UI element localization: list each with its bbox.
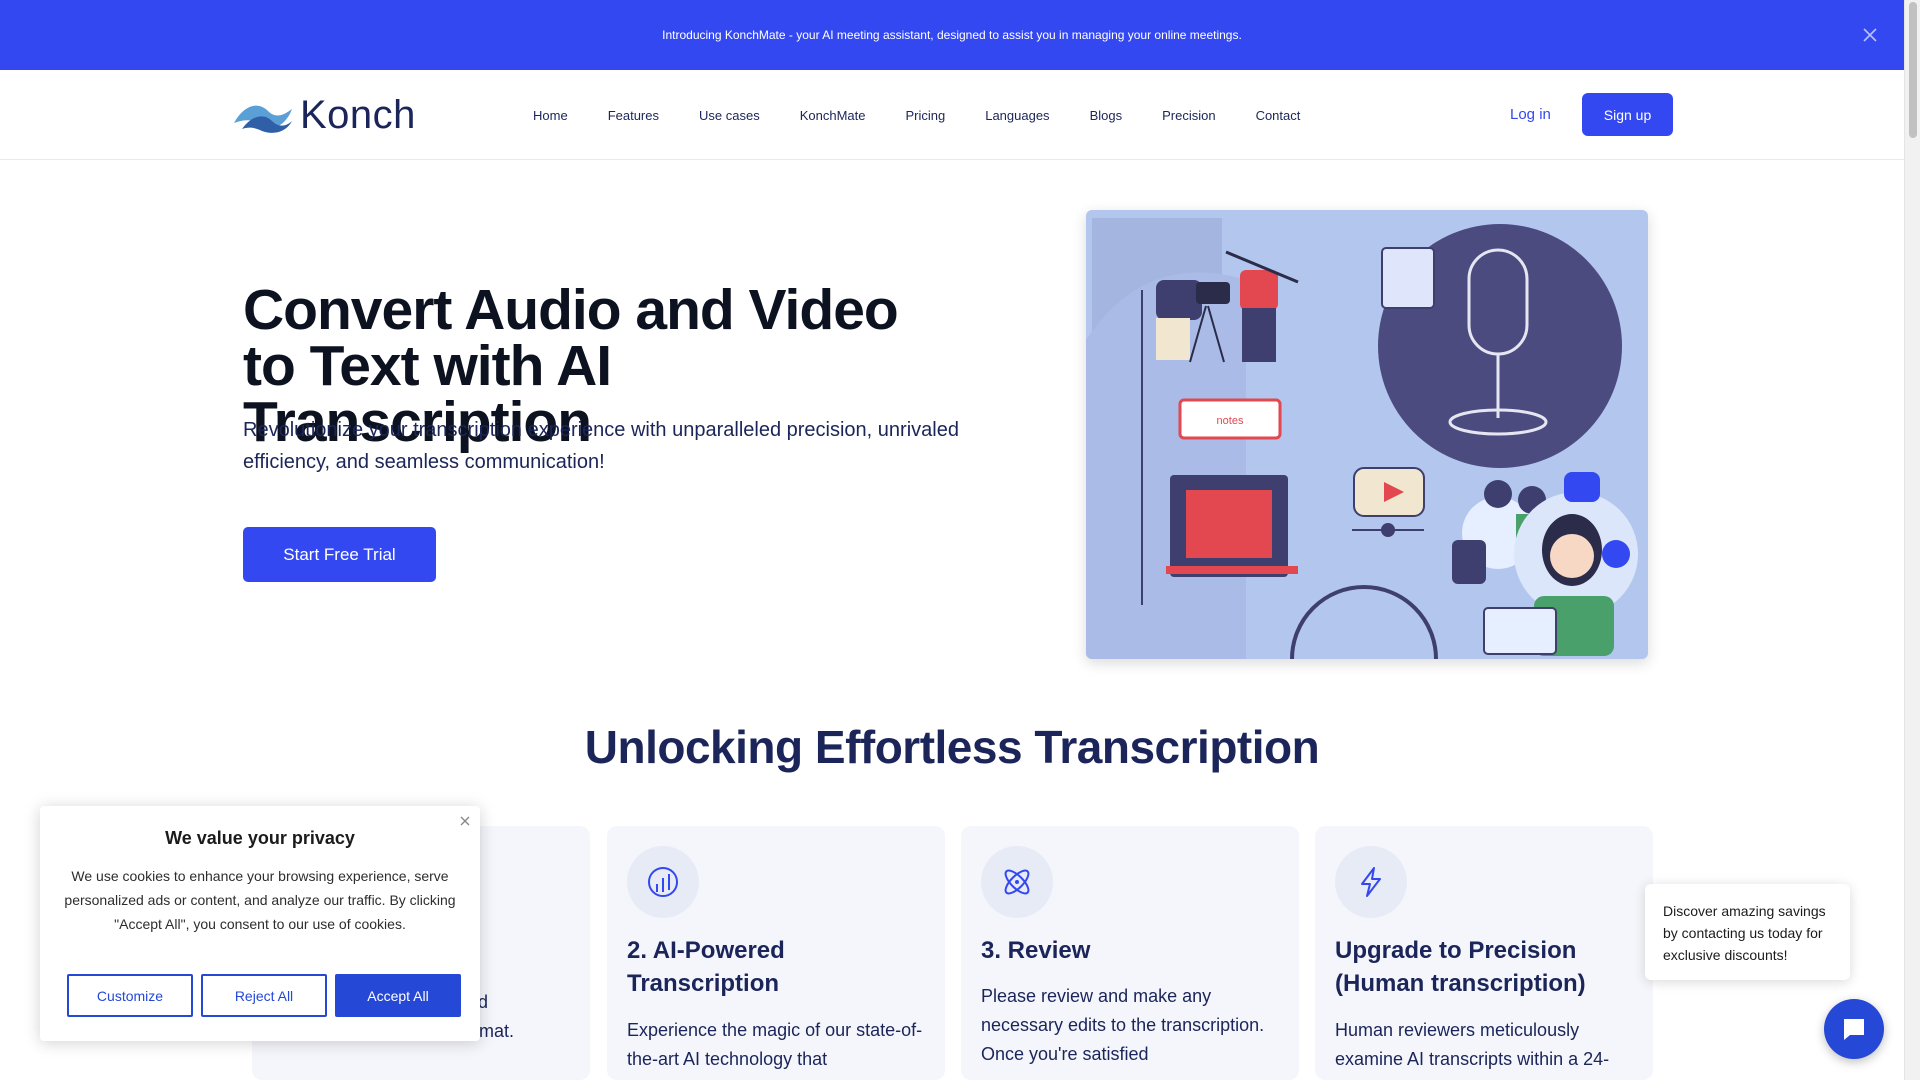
logo[interactable]: Konch bbox=[232, 92, 416, 138]
signup-button[interactable]: Sign up bbox=[1582, 93, 1673, 136]
nav-konchmate[interactable]: KonchMate bbox=[800, 108, 866, 123]
step-card-review: 3. Review Please review and make any nec… bbox=[961, 826, 1299, 1080]
start-free-trial-button[interactable]: Start Free Trial bbox=[243, 527, 436, 582]
section-title: Unlocking Effortless Transcription bbox=[584, 721, 1320, 773]
wave-logo-icon bbox=[234, 105, 292, 133]
reject-all-button[interactable]: Reject All bbox=[201, 974, 327, 1017]
atom-icon bbox=[981, 846, 1053, 918]
close-icon[interactable] bbox=[1860, 25, 1880, 45]
nav-precision[interactable]: Precision bbox=[1162, 108, 1215, 123]
cookie-text: We use cookies to enhance your browsing … bbox=[64, 868, 456, 932]
customize-button[interactable]: Customize bbox=[67, 974, 193, 1017]
lightning-icon bbox=[1335, 846, 1407, 918]
cookie-title: We value your privacy bbox=[165, 828, 355, 848]
login-link[interactable]: Log in bbox=[1510, 106, 1551, 123]
logo-text: Konch bbox=[300, 92, 416, 137]
promo-bubble: Discover amazing savings by contacting u… bbox=[1645, 884, 1850, 980]
chat-button[interactable] bbox=[1824, 999, 1884, 1059]
card-text: Human reviewers meticulously examine AI … bbox=[1335, 1020, 1610, 1069]
notes-sign-text: notes bbox=[1217, 415, 1244, 427]
site-header: Konch Home Features Use cases KonchMate … bbox=[0, 70, 1904, 160]
nav-home[interactable]: Home bbox=[533, 108, 568, 123]
scrollbar-thumb[interactable] bbox=[1909, 2, 1917, 138]
card-title: Upgrade to Precision (Human transcriptio… bbox=[1335, 937, 1586, 997]
step-card-precision: Upgrade to Precision (Human transcriptio… bbox=[1315, 826, 1653, 1080]
card-text: Experience the magic of our state-of-the… bbox=[627, 1020, 923, 1069]
card-text: Please review and make any necessary edi… bbox=[981, 986, 1265, 1064]
nav-blogs[interactable]: Blogs bbox=[1090, 108, 1123, 123]
nav-languages[interactable]: Languages bbox=[985, 108, 1049, 123]
chat-icon bbox=[1844, 1019, 1864, 1040]
nav-contact[interactable]: Contact bbox=[1256, 108, 1301, 123]
card-title: 2. AI-Powered Transcription bbox=[627, 937, 785, 997]
scrollbar[interactable] bbox=[1904, 0, 1920, 1080]
card-title: 3. Review bbox=[981, 937, 1091, 964]
nav-features[interactable]: Features bbox=[608, 108, 659, 123]
nav-use-cases[interactable]: Use cases bbox=[699, 108, 760, 123]
announcement-bar: Introducing KonchMate - your AI meeting … bbox=[0, 0, 1904, 70]
nav-pricing[interactable]: Pricing bbox=[905, 108, 945, 123]
chart-circle-icon bbox=[627, 846, 699, 918]
hero-illustration: notes bbox=[1086, 210, 1648, 659]
announcement-text: Introducing KonchMate - your AI meeting … bbox=[662, 28, 1242, 42]
cookie-consent-dialog: We value your privacy We use cookies to … bbox=[40, 806, 480, 1041]
main-nav: Home Features Use cases KonchMate Pricin… bbox=[533, 70, 1340, 160]
hero-subtitle: Revolutionize your transcription experie… bbox=[243, 419, 959, 473]
step-card-ai-transcription: 2. AI-Powered Transcription Experience t… bbox=[607, 826, 945, 1080]
close-icon[interactable] bbox=[458, 814, 472, 828]
accept-all-button[interactable]: Accept All bbox=[335, 974, 461, 1017]
